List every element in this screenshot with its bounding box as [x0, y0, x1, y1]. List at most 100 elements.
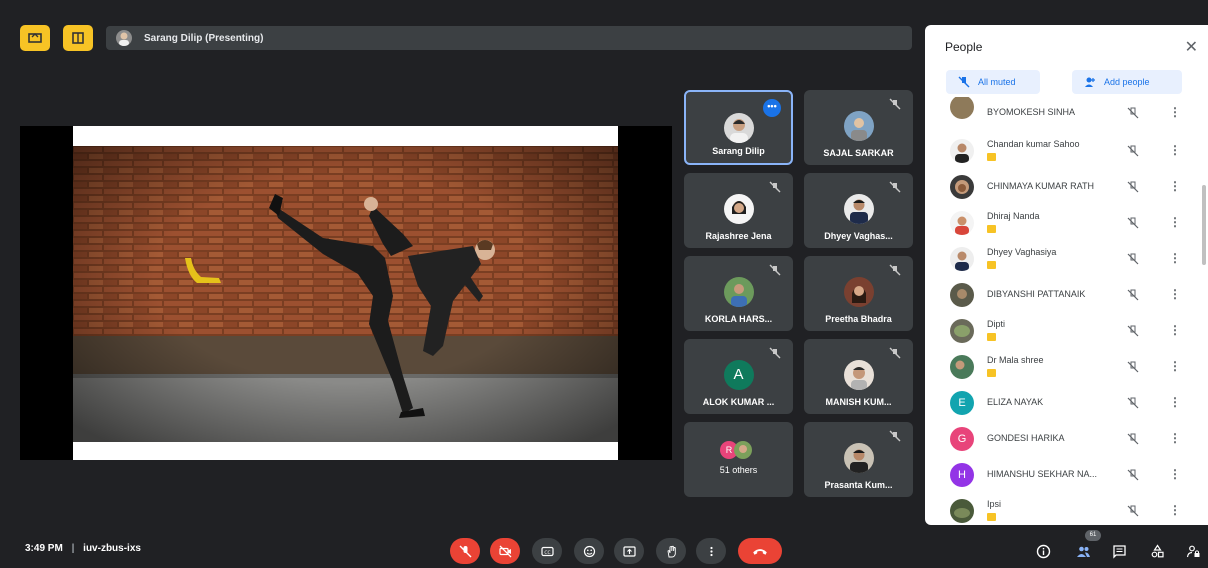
avatar: G: [950, 427, 974, 451]
list-item[interactable]: G GONDESI HARIKA ⋮: [925, 421, 1197, 457]
participant-name: CHINMAYA KUMAR RATH: [987, 181, 1095, 191]
avatar: [950, 211, 974, 235]
list-item[interactable]: Dhyey Vaghasiya ⋮: [925, 241, 1197, 277]
list-item[interactable]: E ELIZA NAYAK ⋮: [925, 385, 1197, 421]
participant-tile[interactable]: A ALOK KUMAR ...: [684, 339, 793, 414]
meeting-details-button[interactable]: [1032, 540, 1054, 562]
list-item[interactable]: Chandan kumar Sahoo ⋮: [925, 133, 1197, 169]
participant-tile[interactable]: Preetha Bhadra: [804, 256, 913, 331]
participant-tile[interactable]: Dhyey Vaghas...: [804, 173, 913, 248]
all-muted-button[interactable]: All muted: [946, 70, 1040, 94]
panel-title: People: [945, 40, 983, 54]
more-options-button[interactable]: [696, 538, 726, 564]
mic-off-icon: [1127, 397, 1139, 409]
participant-tile[interactable]: Prasanta Kum...: [804, 422, 913, 497]
screen-share-icon: [28, 33, 42, 43]
meeting-code: iuv-zbus-ixs: [83, 543, 141, 554]
avatar: [950, 247, 974, 271]
participant-name: DIBYANSHI PATTANAIK: [987, 289, 1086, 299]
avatar: [843, 443, 874, 473]
mic-off-icon: [1127, 217, 1139, 229]
close-icon[interactable]: ✕: [1185, 37, 1198, 57]
kebab-icon[interactable]: ⋮: [1169, 467, 1181, 481]
chat-button[interactable]: [1108, 540, 1130, 562]
activities-button[interactable]: [1146, 540, 1168, 562]
kebab-icon[interactable]: ⋮: [1169, 105, 1181, 119]
kebab-icon[interactable]: ⋮: [1169, 251, 1181, 265]
more-vert-icon: [709, 546, 713, 556]
badge-icon: [987, 513, 996, 521]
captions-button[interactable]: CC: [532, 538, 562, 564]
participant-name: Prasanta Kum...: [824, 480, 893, 490]
layout-icon: [72, 32, 84, 44]
avatar: [950, 283, 974, 307]
people-panel: People ✕ All muted Add people BYOMOKESH …: [925, 25, 1208, 525]
kebab-icon[interactable]: ⋮: [1169, 359, 1181, 373]
avatar: [843, 277, 874, 307]
others-tile[interactable]: R 51 others: [684, 422, 793, 497]
kebab-icon[interactable]: ⋮: [1169, 287, 1181, 301]
participant-tile[interactable]: ••• Sarang Dilip: [684, 90, 793, 165]
participant-name: KORLA HARS...: [704, 314, 773, 324]
layout-icon-button[interactable]: [63, 25, 93, 51]
list-item[interactable]: BYOMOKESH SINHA ⋮: [925, 97, 1197, 133]
meeting-info: 3:49 PM | iuv-zbus-ixs: [25, 543, 141, 554]
kebab-icon[interactable]: ⋮: [1169, 431, 1181, 445]
list-item[interactable]: Dr Mala shree ⋮: [925, 349, 1197, 385]
list-item[interactable]: Dhiraj Nanda ⋮: [925, 205, 1197, 241]
list-item[interactable]: Dipti ⋮: [925, 313, 1197, 349]
presenter-label: Sarang Dilip (Presenting): [144, 32, 264, 44]
list-item[interactable]: Ipsi ⋮: [925, 493, 1197, 525]
participant-tile[interactable]: MANISH KUM...: [804, 339, 913, 414]
scrollbar[interactable]: [1202, 185, 1206, 265]
more-options-icon[interactable]: •••: [763, 99, 781, 117]
list-item[interactable]: H HIMANSHU SEKHAR NA... ⋮: [925, 457, 1197, 493]
mic-off-icon: [1127, 361, 1139, 373]
lock-person-icon: [1186, 545, 1199, 557]
kebab-icon[interactable]: ⋮: [1169, 179, 1181, 193]
participant-name: Ipsi: [987, 499, 1002, 509]
host-controls-button[interactable]: [1182, 540, 1204, 562]
leave-call-button[interactable]: [738, 538, 782, 564]
participant-tile[interactable]: KORLA HARS...: [684, 256, 793, 331]
present-now-button[interactable]: [614, 538, 644, 564]
avatar: A: [723, 360, 754, 390]
kebab-icon[interactable]: ⋮: [1169, 395, 1181, 409]
activities-icon: [1151, 543, 1164, 557]
mic-off-icon: [1127, 433, 1139, 445]
mic-off-icon: [889, 264, 901, 276]
kebab-icon[interactable]: ⋮: [1169, 323, 1181, 337]
kebab-icon[interactable]: ⋮: [1169, 503, 1181, 517]
camera-toggle-button[interactable]: [490, 538, 520, 564]
meet-window: Sarang Dilip (Presenting) ••• Sarang Dil…: [0, 0, 1208, 568]
show-everyone-button[interactable]: [1072, 540, 1094, 562]
list-item[interactable]: DIBYANSHI PATTANAIK ⋮: [925, 277, 1197, 313]
avatar: [950, 319, 974, 343]
mic-toggle-button[interactable]: [450, 538, 480, 564]
others-avatar-stack: R: [720, 441, 760, 461]
present-icon-button[interactable]: [20, 25, 50, 51]
participant-name: Dhyey Vaghasiya: [987, 247, 1057, 257]
avatar: [734, 441, 752, 459]
participant-name: Dr Mala shree: [987, 355, 1044, 365]
raise-hand-button[interactable]: [656, 538, 686, 564]
others-count-label: 51 others: [719, 465, 758, 475]
add-people-button[interactable]: Add people: [1072, 70, 1182, 94]
avatar: [723, 277, 754, 307]
participant-name: GONDESI HARIKA: [987, 433, 1065, 443]
kebab-icon[interactable]: ⋮: [1169, 143, 1181, 157]
participant-name: ALOK KUMAR ...: [702, 397, 775, 407]
participant-tile[interactable]: Rajashree Jena: [684, 173, 793, 248]
mic-off-icon: [769, 181, 781, 193]
people-icon: [1076, 546, 1090, 557]
participant-tile[interactable]: SAJAL SARKAR: [804, 90, 913, 165]
participant-name: Dipti: [987, 319, 1006, 329]
list-item[interactable]: CHINMAYA KUMAR RATH ⋮: [925, 169, 1197, 205]
presenter-avatar: [116, 30, 132, 46]
mic-off-icon: [1127, 289, 1139, 301]
mic-off-icon: [889, 430, 901, 442]
avatar: [723, 194, 754, 224]
emoji-reactions-button[interactable]: [574, 538, 604, 564]
kebab-icon[interactable]: ⋮: [1169, 215, 1181, 229]
badge-icon: [987, 153, 996, 161]
